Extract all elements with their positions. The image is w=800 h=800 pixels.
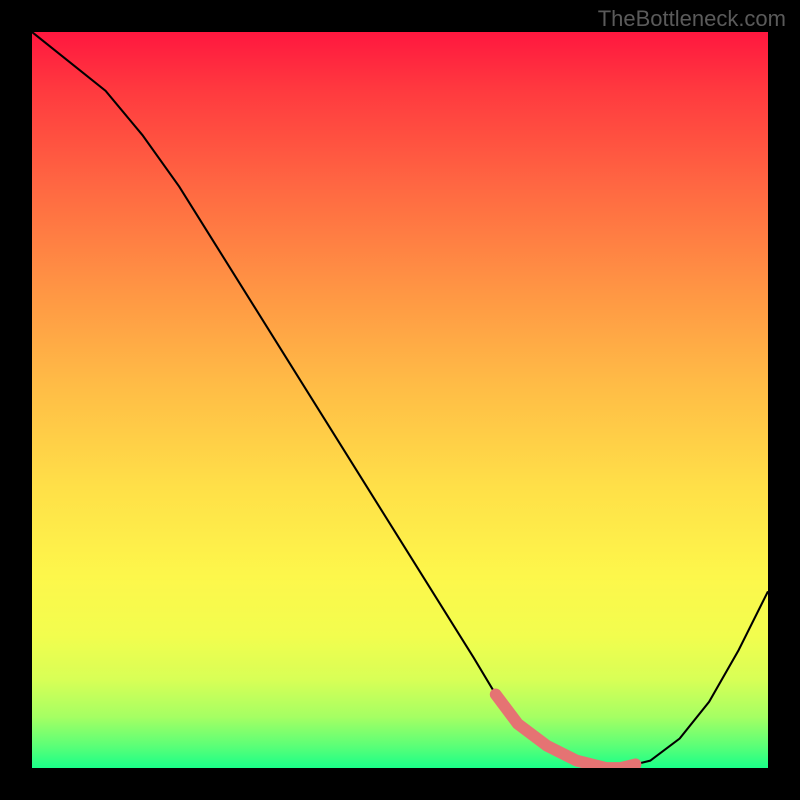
watermark-text: TheBottleneck.com: [598, 6, 786, 32]
marker-path: [496, 694, 636, 768]
highlight-marker: [32, 32, 768, 768]
plot-area: [32, 32, 768, 768]
